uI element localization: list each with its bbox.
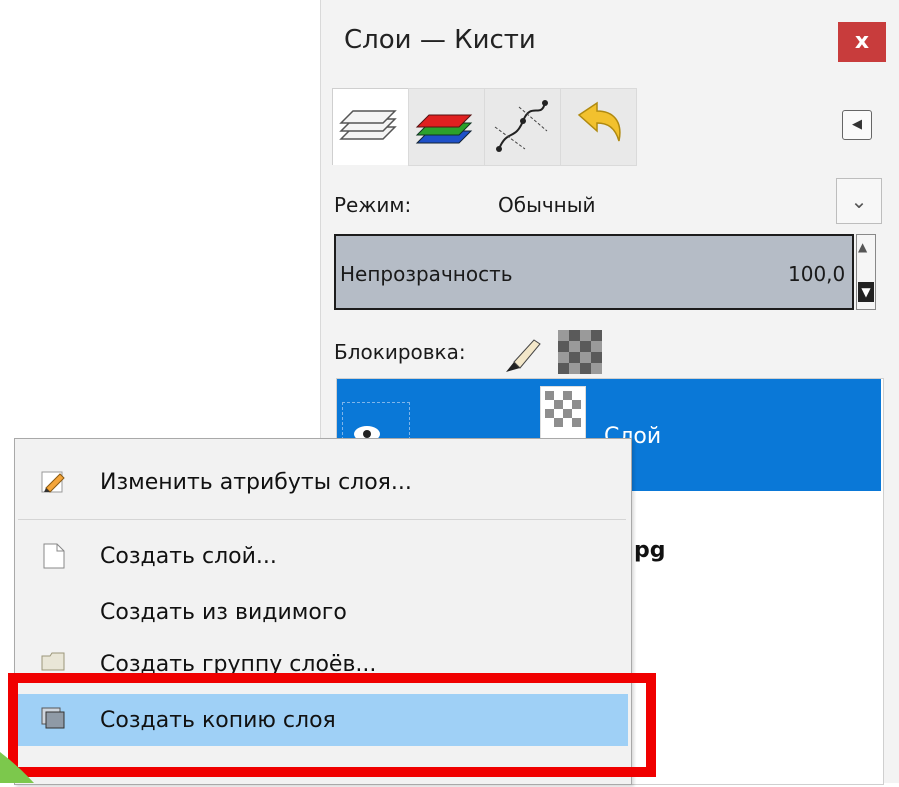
menu-item-new-layer[interactable]: Создать слой... xyxy=(100,544,277,569)
opacity-value[interactable]: 100,0 xyxy=(788,262,845,286)
annotation-highlight-frame xyxy=(8,673,656,777)
tab-layers[interactable] xyxy=(332,88,409,165)
lock-label: Блокировка: xyxy=(334,340,466,364)
tab-menu-icon[interactable]: ◀ xyxy=(842,110,872,140)
tab-undo-history[interactable] xyxy=(560,88,637,166)
spin-down-icon[interactable]: ▼ xyxy=(858,282,874,302)
spin-up-icon[interactable]: ▲ xyxy=(858,240,867,254)
lock-pixels-icon[interactable] xyxy=(500,332,544,380)
menu-item-edit-attributes[interactable]: Изменить атрибуты слоя... xyxy=(100,470,412,495)
new-layer-icon xyxy=(42,542,66,574)
layer-name[interactable]: pg xyxy=(634,538,666,563)
layer-thumbnail xyxy=(540,386,586,440)
tab-channels[interactable] xyxy=(408,88,485,166)
menu-item-new-from-visible[interactable]: Создать из видимого xyxy=(100,600,347,625)
mode-label: Режим: xyxy=(334,193,412,217)
chevron-down-icon[interactable]: ⌄ xyxy=(836,178,882,224)
paths-tab-icon xyxy=(494,100,548,152)
tab-paths[interactable] xyxy=(484,88,561,166)
close-button[interactable]: x xyxy=(838,22,886,62)
lock-alpha-icon[interactable] xyxy=(558,330,602,378)
menu-separator xyxy=(18,519,626,520)
channels-tab-icon xyxy=(415,114,473,144)
dock-title: Слои — Кисти xyxy=(344,25,536,55)
layers-tab-icon xyxy=(339,110,397,140)
edit-attributes-icon xyxy=(40,468,66,498)
mode-value[interactable]: Обычный xyxy=(498,193,596,217)
opacity-label: Непрозрачность xyxy=(340,262,513,286)
decorative-green-shape xyxy=(0,742,34,783)
undo-history-tab-icon xyxy=(577,101,621,142)
